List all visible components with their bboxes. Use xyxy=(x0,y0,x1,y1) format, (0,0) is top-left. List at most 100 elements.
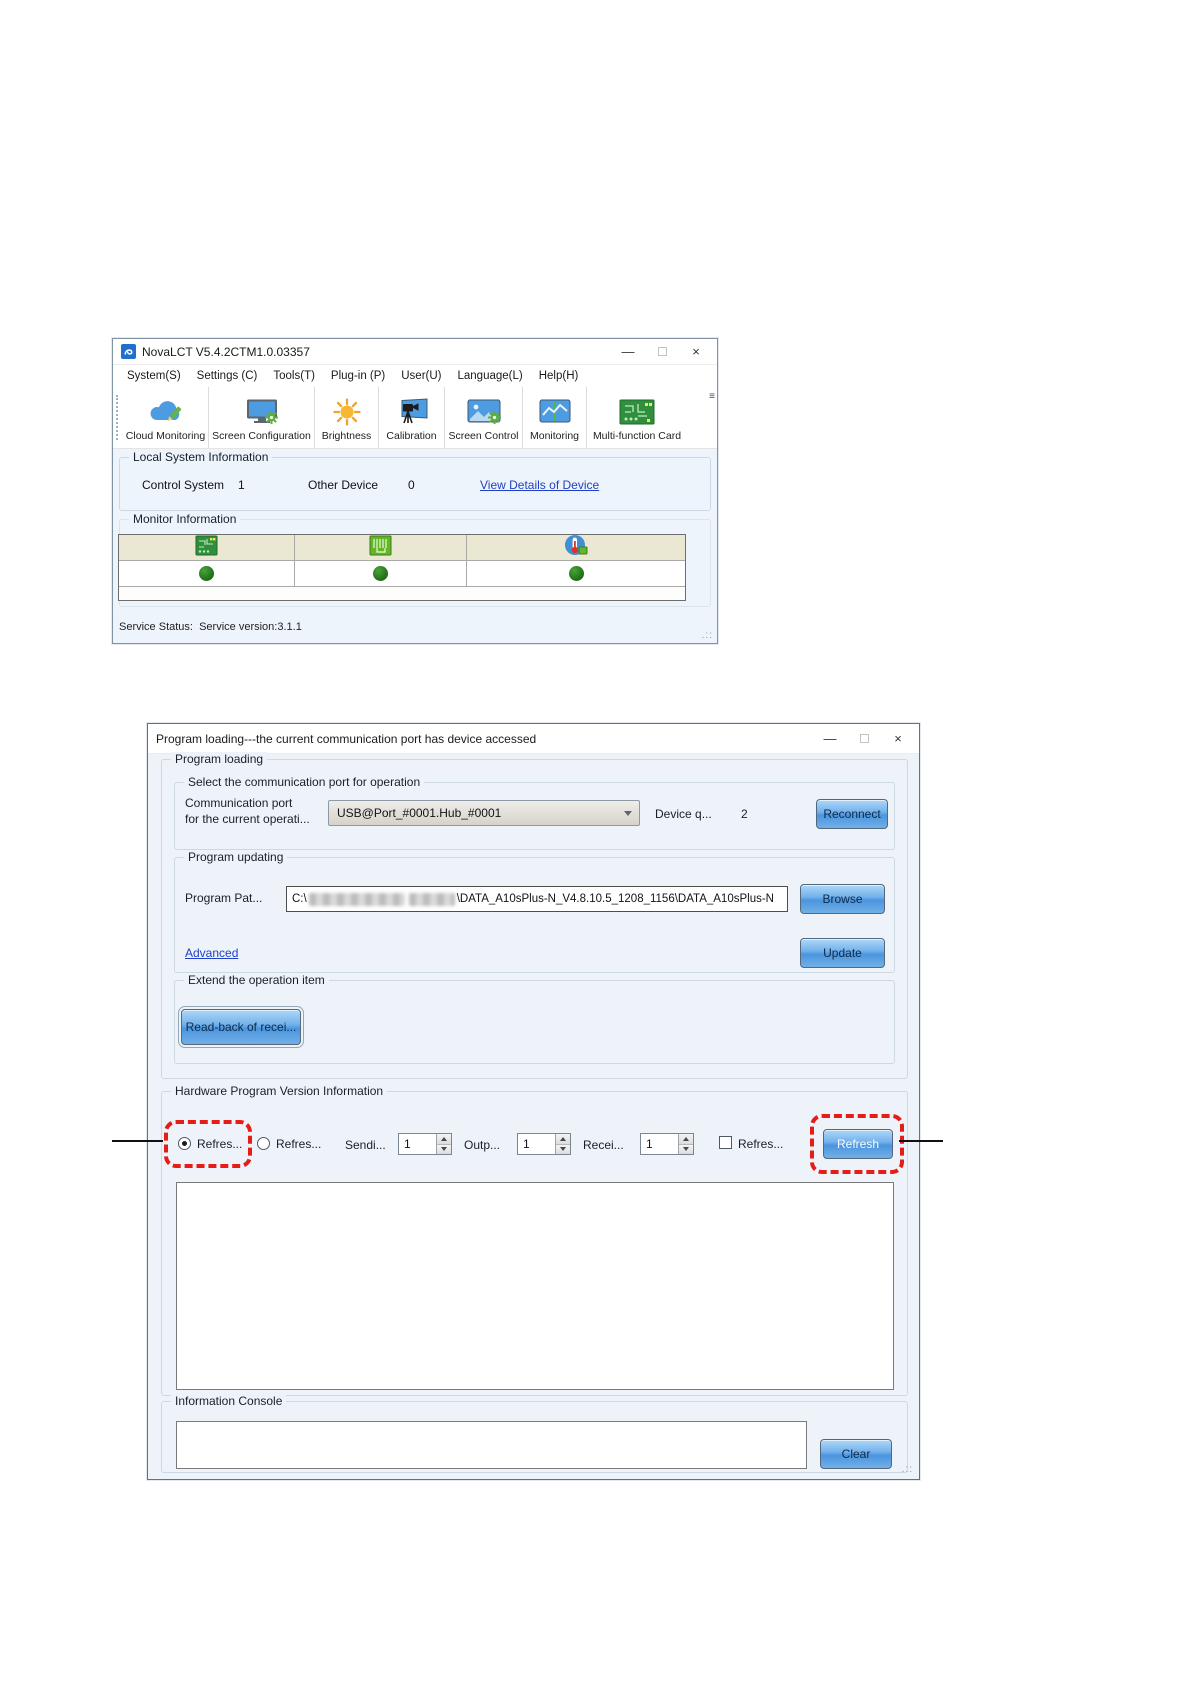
device-quantity-value: 2 xyxy=(741,807,748,821)
refresh-all-radio[interactable] xyxy=(178,1137,191,1150)
menu-system[interactable]: System(S) xyxy=(119,368,189,384)
maximize-icon xyxy=(860,734,869,743)
novalct-main-window: NovaLCT V5.4.2CTM1.0.03357 — × System(S)… xyxy=(112,338,718,644)
monitoring-icon xyxy=(538,396,572,428)
refresh-single-radio[interactable] xyxy=(257,1137,270,1150)
control-system-label: Control System xyxy=(142,478,224,492)
extend-operation-group: Extend the operation item Read-back of r… xyxy=(174,980,895,1064)
novalct-logo-icon xyxy=(121,344,136,359)
toolbar-monitoring[interactable]: Monitoring xyxy=(523,387,587,448)
sending-card-spinner[interactable]: 1 xyxy=(398,1133,452,1155)
toolbar-cloud-monitoring[interactable]: Cloud Monitoring xyxy=(123,387,209,448)
status-cell xyxy=(295,561,467,586)
brightness-icon xyxy=(332,396,362,428)
screen-configuration-icon xyxy=(244,396,280,428)
menu-help[interactable]: Help(H) xyxy=(531,368,587,384)
menu-plugin[interactable]: Plug-in (P) xyxy=(323,368,393,384)
output-port-value: 1 xyxy=(518,1134,555,1154)
select-port-label: Select the communication port for operat… xyxy=(184,775,424,789)
browse-button[interactable]: Browse xyxy=(800,884,885,914)
reconnect-button[interactable]: Reconnect xyxy=(816,799,888,829)
spin-down-icon[interactable] xyxy=(556,1145,570,1155)
comm-port-label-line1: Communication port xyxy=(185,796,292,810)
receiving-card-spinner[interactable]: 1 xyxy=(640,1133,694,1155)
dialog-maximize-button[interactable] xyxy=(847,724,881,753)
spin-down-icon[interactable] xyxy=(679,1145,693,1155)
dialog-title: Program loading---the current communicat… xyxy=(156,732,536,746)
hardware-version-listbox[interactable] xyxy=(176,1182,894,1390)
status-ok-dot xyxy=(373,566,388,581)
refresh-checkbox[interactable] xyxy=(719,1136,732,1149)
status-cell xyxy=(467,561,685,586)
main-window-body: Local System Information Control System … xyxy=(113,449,717,643)
menu-language[interactable]: Language(L) xyxy=(450,368,531,384)
spin-down-icon[interactable] xyxy=(437,1145,451,1155)
screen-control-icon xyxy=(466,396,502,428)
refresh-single-radio-label: Refres... xyxy=(276,1137,321,1151)
spin-up-icon[interactable] xyxy=(679,1134,693,1145)
program-updating-label: Program updating xyxy=(184,850,287,864)
program-loading-group: Program loading Select the communication… xyxy=(161,759,908,1079)
main-menubar: System(S) Settings (C) Tools(T) Plug-in … xyxy=(113,365,717,387)
menu-settings[interactable]: Settings (C) xyxy=(189,368,266,384)
maximize-button[interactable] xyxy=(645,339,679,364)
information-console-group: Information Console Clear xyxy=(161,1401,908,1473)
control-system-value: 1 xyxy=(238,478,245,492)
menu-tools[interactable]: Tools(T) xyxy=(265,368,323,384)
toolbar-overflow-icon[interactable]: ≡ xyxy=(709,391,715,402)
status-ok-dot xyxy=(569,566,584,581)
toolbar-screen-control[interactable]: Screen Control xyxy=(445,387,523,448)
status-ok-dot xyxy=(199,566,214,581)
dialog-close-button[interactable]: × xyxy=(881,724,915,753)
clear-button[interactable]: Clear xyxy=(820,1439,892,1469)
page: NovaLCT V5.4.2CTM1.0.03357 — × System(S)… xyxy=(0,0,1191,1684)
comm-port-label-line2: for the current operati... xyxy=(185,812,310,826)
multi-function-card-icon xyxy=(618,396,656,428)
monitor-header-temperature xyxy=(467,535,685,560)
main-window-title: NovaLCT V5.4.2CTM1.0.03357 xyxy=(142,345,310,359)
device-quantity-label: Device q... xyxy=(655,807,712,821)
toolbar-brightness[interactable]: Brightness xyxy=(315,387,379,448)
other-device-value: 0 xyxy=(408,478,415,492)
program-path-label: Program Pat... xyxy=(185,891,262,905)
close-button[interactable]: × xyxy=(679,339,713,364)
update-button[interactable]: Update xyxy=(800,938,885,968)
calibration-icon xyxy=(395,396,429,428)
program-path-visible: \DATA_A10sPlus-N_V4.8.10.5_1208_1156\DAT… xyxy=(457,893,774,905)
spin-up-icon[interactable] xyxy=(556,1134,570,1145)
dialog-resize-grip[interactable]: .:: xyxy=(902,1464,913,1475)
hardware-version-group: Hardware Program Version Information Ref… xyxy=(161,1091,908,1396)
program-loading-label: Program loading xyxy=(171,752,267,766)
toolbar-grip[interactable] xyxy=(116,395,118,440)
view-details-of-device-link[interactable]: View Details of Device xyxy=(480,478,599,492)
refresh-checkbox-label: Refres... xyxy=(738,1137,783,1151)
toolbar-screen-configuration[interactable]: Screen Configuration xyxy=(209,387,315,448)
minimize-button[interactable]: — xyxy=(611,339,645,364)
communication-port-select[interactable]: USB@Port_#0001.Hub_#0001 xyxy=(328,800,640,826)
program-path-prefix: C:\ xyxy=(292,893,307,905)
spin-up-icon[interactable] xyxy=(437,1134,451,1145)
monitor-information-group: Monitor Information xyxy=(119,519,711,607)
toolbar-calibration[interactable]: Calibration xyxy=(379,387,445,448)
program-path-input[interactable]: C:\ \DATA_A10sPlus-N_V4.8.10.5_1208_1156… xyxy=(286,886,788,912)
information-console-box[interactable] xyxy=(176,1421,807,1469)
redacted-path-segment xyxy=(409,893,455,906)
service-status-text: Service Status: Service version:3.1.1 xyxy=(119,621,302,633)
refresh-all-radio-label: Refres... xyxy=(197,1137,242,1151)
output-port-spinner[interactable]: 1 xyxy=(517,1133,571,1155)
menu-user[interactable]: User(U) xyxy=(393,368,449,384)
right-annotation-line xyxy=(899,1140,943,1142)
receiving-card-value: 1 xyxy=(641,1134,678,1154)
toolbar-multi-function-card[interactable]: Multi-function Card xyxy=(587,387,687,448)
local-system-information-group: Local System Information Control System … xyxy=(119,457,711,511)
monitor-table-status-row xyxy=(119,561,685,587)
advanced-link[interactable]: Advanced xyxy=(185,946,238,960)
refresh-button[interactable]: Refresh xyxy=(823,1129,893,1159)
extend-operation-label: Extend the operation item xyxy=(184,973,329,987)
resize-grip[interactable]: .:: xyxy=(702,630,713,641)
sending-card-icon xyxy=(195,535,218,561)
monitor-table xyxy=(118,534,686,601)
dialog-minimize-button[interactable]: — xyxy=(813,724,847,753)
readback-button[interactable]: Read-back of recei... xyxy=(181,1009,301,1045)
sending-card-number-label: Sendi... xyxy=(345,1138,386,1152)
